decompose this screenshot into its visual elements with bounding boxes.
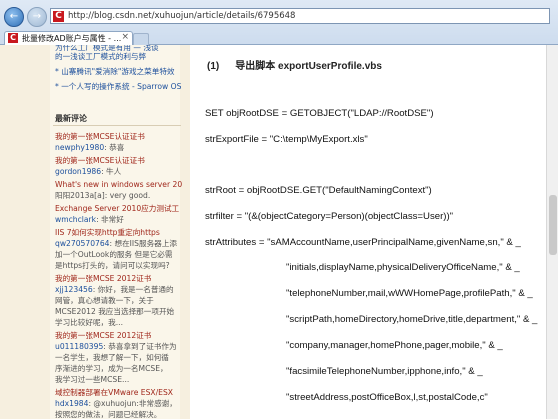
browser-chrome: ← → C http://blog.csdn.net/xuhuojun/arti… (0, 0, 558, 45)
comment-article-link[interactable]: What's new in windows server 201 (55, 179, 183, 190)
comment-body: wmchclark: 非常好 (55, 215, 124, 224)
code-line: strfilter = "(&(objectCategory=Person)(o… (205, 211, 454, 222)
comment-item: IIS 7如何实现http重定向https qw270570764: 想在IIS… (55, 227, 183, 271)
comment-item: What's new in windows server 201 阳阳2013a… (55, 179, 183, 201)
comment-body: gordon1986: 牛人 (55, 167, 122, 176)
link-shanzhai-game[interactable]: * 山寨腾讯"爱消除"游戏之菜单特效 (55, 66, 183, 78)
related-links: 为什么工厂模式是有用 — 浅谈 的一浅谈工厂模式的利与弊 * 山寨腾讯"爱消除"… (55, 45, 183, 93)
code-line: "company,manager,homePhone,pager,mobile,… (286, 340, 503, 351)
comment-article-link[interactable]: 我的第一张MCSE认证证书 (55, 131, 183, 142)
comment-body-line: 加一个OutLook的服务 但是它必需 (55, 250, 173, 259)
comment-article-link[interactable]: 我的第一张MCSE 2012证书 (55, 273, 183, 284)
comment-body-line: 一名学生，我想了解一下，如何循 (55, 353, 169, 362)
comment-user[interactable]: qw270570764 (55, 239, 110, 248)
comment-article-link[interactable]: Exchange Server 2010应力测试工 (55, 203, 183, 214)
blog-sidebar: 为什么工厂模式是有用 — 浅谈 的一浅谈工厂模式的利与弊 * 山寨腾讯"爱消除"… (0, 45, 190, 419)
comment-user[interactable]: newphy1980 (55, 143, 104, 152)
comment-article-link[interactable]: IIS 7如何实现http重定向https (55, 227, 183, 238)
comment-body-line: 是https打头的，请问可以实现吗? (55, 261, 170, 270)
comment-body-line: 序渐进的学习，成为一名MCSE， (55, 364, 168, 373)
browser-tab-active[interactable]: C 批量修改AD账户与属性 - ... × (4, 31, 133, 45)
code-line: SET objRootDSE = GETOBJECT("LDAP://RootD… (205, 108, 434, 119)
tab-favicon-icon: C (8, 33, 18, 43)
heading-text: 导出脚本 exportUserProfile.vbs (235, 61, 382, 72)
url-text[interactable]: http://blog.csdn.net/xuhuojun/article/de… (68, 11, 295, 21)
code-line: "facsimileTelephoneNumber,ipphone,info,"… (286, 366, 483, 377)
forward-button[interactable]: → (27, 7, 47, 27)
article-content: (1) 导出脚本 exportUserProfile.vbs SET objRoo… (190, 45, 546, 419)
link-sparrow-os[interactable]: * 一个人写的操作系统 - Sparrow OS (55, 81, 183, 93)
recent-comments-title: 最新评论 (55, 114, 87, 123)
comment-user[interactable]: wmchclark (55, 215, 96, 224)
back-button[interactable]: ← (4, 7, 24, 27)
code-line: strAttributes = "sAMAccountName,userPrin… (205, 237, 521, 248)
section-heading: (1) 导出脚本 exportUserProfile.vbs (207, 57, 382, 72)
comment-body: qw270570764: 想在IIS服务器上添 (55, 239, 177, 248)
code-line: "streetAddress,postOfficeBox,l,st,postal… (286, 392, 488, 403)
comment-item: Exchange Server 2010应力测试工 wmchclark: 非常好 (55, 203, 183, 225)
heading-number: (1) (207, 61, 220, 72)
comment-body: xjj123456: 你好，我是一名普通的 (55, 285, 174, 294)
comment-body-line: 网管，真心想请教一下，关于 (55, 296, 154, 305)
new-tab-button[interactable] (133, 33, 149, 45)
comment-article-link[interactable]: 我的第一张MCSE 2012证书 (55, 330, 183, 341)
code-line: strRoot = objRootDSE.GET("DefaultNamingC… (205, 185, 432, 196)
comment-item: 域控制器部署在VMware ESX/ESX hdx1984: @xuhuojun… (55, 387, 183, 419)
section-divider (53, 125, 181, 126)
comment-body-line: 按照您的做法，问题已经解决。 (55, 410, 162, 419)
tab-close-icon[interactable]: × (121, 32, 129, 42)
comment-item: 我的第一张MCSE 2012证书 u011180395: 恭喜拿到了证书作为 一… (55, 330, 183, 385)
vertical-scrollbar[interactable] (546, 45, 558, 419)
comment-user[interactable]: u011180395 (55, 342, 103, 351)
comment-body: u011180395: 恭喜拿到了证书作为 (55, 342, 177, 351)
comment-user[interactable]: xjj123456 (55, 285, 93, 294)
comment-body-line: 我学习过一些MCSE... (55, 375, 130, 384)
comment-item: 我的第一张MCSE认证证书 newphy1980: 恭喜 (55, 131, 183, 153)
comment-user[interactable]: hdx1984 (55, 399, 88, 408)
comment-body: 阳阳2013a[a]: very good. (55, 191, 151, 200)
comment-item: 我的第一张MCSE 2012证书 xjj123456: 你好，我是一名普通的 网… (55, 273, 183, 328)
back-arrow-icon: ← (9, 11, 19, 22)
link-factory-pattern[interactable]: 的一浅谈工厂模式的利与弊 (55, 51, 183, 63)
comment-body: hdx1984: @xuhuojun:非常感谢， (55, 399, 177, 408)
scrollbar-thumb[interactable] (549, 195, 557, 255)
code-line: "telephoneNumber,mail,wWWHomePage,profil… (286, 288, 533, 299)
forward-arrow-icon: → (32, 11, 42, 22)
comment-body: newphy1980: 恭喜 (55, 143, 125, 152)
tab-title: 批量修改AD账户与属性 - ... (22, 34, 122, 43)
comment-body-line: MCSE2012 我应当选择那一项开始 (55, 307, 175, 316)
code-line: strExportFile = "C:\temp\MyExport.xls" (205, 134, 368, 145)
comment-article-link[interactable]: 域控制器部署在VMware ESX/ESX (55, 387, 183, 398)
comment-item: 我的第一张MCSE认证证书 gordon1986: 牛人 (55, 155, 183, 177)
code-line: "scriptPath,homeDirectory,homeDrive,titl… (286, 314, 538, 325)
comment-article-link[interactable]: 我的第一张MCSE认证证书 (55, 155, 183, 166)
address-bar[interactable]: C http://blog.csdn.net/xuhuojun/article/… (50, 8, 550, 24)
comment-body-line: 学习比较好呢，我... (55, 318, 123, 327)
csdn-favicon-icon: C (53, 11, 64, 22)
code-line: "initials,displayName,physicalDeliveryOf… (286, 262, 520, 273)
recent-comments-list: 我的第一张MCSE认证证书 newphy1980: 恭喜 我的第一张MCSE认证… (55, 131, 183, 419)
comment-user[interactable]: gordon1986 (55, 167, 101, 176)
